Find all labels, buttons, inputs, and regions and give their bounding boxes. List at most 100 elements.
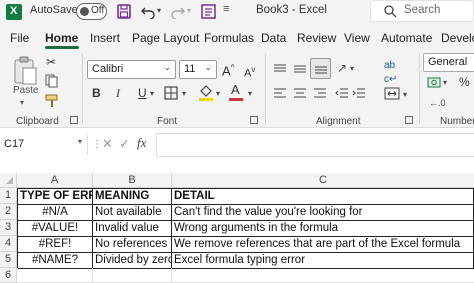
group-divider xyxy=(419,54,420,124)
save-icon[interactable] xyxy=(117,4,131,19)
italic-button[interactable]: I xyxy=(116,86,120,100)
font-name-dropdown[interactable]: Calibri ⌄ xyxy=(87,60,176,79)
cancel-entry-icon[interactable]: ✕ xyxy=(102,136,113,152)
paste-icon[interactable] xyxy=(13,56,39,86)
tab-data[interactable]: Data xyxy=(261,31,286,45)
alignment-launcher-icon[interactable] xyxy=(405,116,413,124)
percent-style-icon[interactable]: % xyxy=(459,75,470,89)
shrink-font-icon[interactable]: Av xyxy=(244,63,255,81)
paste-label[interactable]: Paste xyxy=(13,85,39,96)
row-header-6[interactable]: 6 xyxy=(0,268,17,283)
borders-dropdown-icon[interactable]: ▾ xyxy=(182,89,186,98)
cell-c5[interactable]: Excel formula typing error xyxy=(172,253,474,269)
cell-b6[interactable] xyxy=(93,268,172,283)
merge-center-icon[interactable] xyxy=(384,87,400,100)
tab-home[interactable]: Home xyxy=(45,31,78,45)
format-painter-icon[interactable] xyxy=(45,94,59,108)
fill-color-icon[interactable] xyxy=(198,83,214,101)
cut-icon[interactable]: ✂ xyxy=(46,55,56,69)
decrease-indent-icon[interactable] xyxy=(335,87,349,99)
undo-icon[interactable] xyxy=(140,4,156,19)
cell-b1[interactable]: MEANING xyxy=(93,189,172,205)
align-middle-icon[interactable] xyxy=(293,62,307,76)
column-header-c[interactable]: C xyxy=(172,173,474,188)
row-header-1[interactable]: 1 xyxy=(0,188,17,204)
font-size-dropdown[interactable]: 11 ⌄ xyxy=(179,60,217,79)
active-tab-indicator xyxy=(45,46,79,49)
font-color-icon[interactable]: A xyxy=(231,83,240,97)
copy-icon[interactable] xyxy=(45,74,59,88)
formula-input[interactable] xyxy=(156,133,474,157)
row-header-4[interactable]: 4 xyxy=(0,236,17,252)
clipboard-launcher-icon[interactable] xyxy=(70,116,78,124)
align-right-icon[interactable] xyxy=(313,87,327,99)
grow-font-icon[interactable]: A^ xyxy=(222,61,234,78)
cell-c3[interactable]: Wrong arguments in the formula xyxy=(172,221,474,237)
accounting-format-icon[interactable] xyxy=(427,76,441,90)
font-color-dropdown-icon[interactable]: ▾ xyxy=(248,89,252,98)
cell-a4[interactable]: #REF! xyxy=(18,237,93,253)
orientation-dropdown-icon[interactable]: ▾ xyxy=(350,64,354,73)
select-all-corner[interactable] xyxy=(0,173,17,188)
accounting-dropdown-icon[interactable]: ▾ xyxy=(443,78,447,87)
customize-toolbar-icon[interactable]: ≡ xyxy=(223,3,229,15)
tab-page-layout[interactable]: Page Layout xyxy=(132,31,199,45)
column-header-b[interactable]: B xyxy=(93,173,172,188)
tab-view[interactable]: View xyxy=(344,31,370,45)
underline-dropdown-icon[interactable]: ▾ xyxy=(150,89,154,98)
align-top-icon[interactable] xyxy=(273,62,287,76)
cell-b5[interactable]: Divided by zero xyxy=(93,253,172,269)
cell-b3[interactable]: Invalid value xyxy=(93,221,172,237)
cell-c6[interactable] xyxy=(172,268,474,283)
number-format-dropdown[interactable]: General xyxy=(423,53,474,72)
search-box[interactable]: Search xyxy=(370,0,474,22)
tab-formulas[interactable]: Formulas xyxy=(204,31,254,45)
name-box-dropdown-icon[interactable]: ▾ xyxy=(78,137,82,146)
row-header-3[interactable]: 3 xyxy=(0,220,17,236)
worksheet-grid[interactable]: A B C 1 2 3 4 5 6 TYPE OF ERROR MEANING … xyxy=(0,173,474,283)
cell-a5[interactable]: #NAME? xyxy=(18,253,93,269)
autosave-toggle[interactable]: Off xyxy=(76,3,107,20)
increase-decimal-icon[interactable]: ←.0 xyxy=(429,96,446,110)
cell-a2[interactable]: #N/A xyxy=(18,205,93,221)
underline-button[interactable]: U xyxy=(138,86,147,100)
redo-dropdown-icon[interactable]: ▾ xyxy=(187,6,191,15)
column-header-a[interactable]: A xyxy=(17,173,93,188)
bold-button[interactable]: B xyxy=(92,86,101,100)
cell-a6[interactable] xyxy=(17,268,93,283)
toggle-knob xyxy=(80,7,89,16)
borders-icon[interactable] xyxy=(164,86,178,100)
row-header-2[interactable]: 2 xyxy=(0,204,17,220)
cell-c2[interactable]: Can't find the value you're looking for xyxy=(172,205,474,221)
cell-b4[interactable]: No references xyxy=(93,237,172,253)
cell-c1[interactable]: DETAIL xyxy=(172,189,474,205)
increase-indent-icon[interactable] xyxy=(352,87,366,99)
merge-dropdown-icon[interactable]: ▾ xyxy=(403,90,407,99)
align-bottom-button[interactable] xyxy=(310,58,331,79)
confirm-entry-icon[interactable]: ✓ xyxy=(119,136,130,152)
undo-dropdown-icon[interactable]: ▾ xyxy=(157,6,161,15)
number-group-label: Number xyxy=(440,116,474,127)
cell-c4[interactable]: We remove references that are part of th… xyxy=(172,237,474,253)
formula-bar-handle-icon[interactable]: ⋮ xyxy=(92,139,102,150)
row-header-5[interactable]: 5 xyxy=(0,252,17,268)
cell-a3[interactable]: #VALUE! xyxy=(18,221,93,237)
orientation-icon[interactable]: ↗ xyxy=(337,61,347,75)
tab-automate[interactable]: Automate xyxy=(381,31,432,45)
cell-b2[interactable]: Not available xyxy=(93,205,172,221)
tab-insert[interactable]: Insert xyxy=(90,31,120,45)
align-left-icon[interactable] xyxy=(273,87,287,99)
paste-dropdown-icon[interactable]: ▾ xyxy=(20,98,24,107)
align-center-icon[interactable] xyxy=(293,87,307,99)
redo-icon[interactable] xyxy=(170,4,186,19)
cell-a1[interactable]: TYPE OF ERROR xyxy=(18,189,93,205)
name-box[interactable]: C17 ▾ xyxy=(0,135,88,155)
form-icon[interactable] xyxy=(201,4,216,19)
tab-developer[interactable]: Develo xyxy=(441,31,474,45)
insert-function-button[interactable]: fx xyxy=(137,135,146,151)
fill-color-dropdown-icon[interactable]: ▾ xyxy=(216,89,220,98)
font-launcher-icon[interactable] xyxy=(250,116,258,124)
tab-review[interactable]: Review xyxy=(297,31,336,45)
tab-file[interactable]: File xyxy=(10,31,29,45)
wrap-text-icon[interactable]: ab c↵ xyxy=(384,59,397,87)
